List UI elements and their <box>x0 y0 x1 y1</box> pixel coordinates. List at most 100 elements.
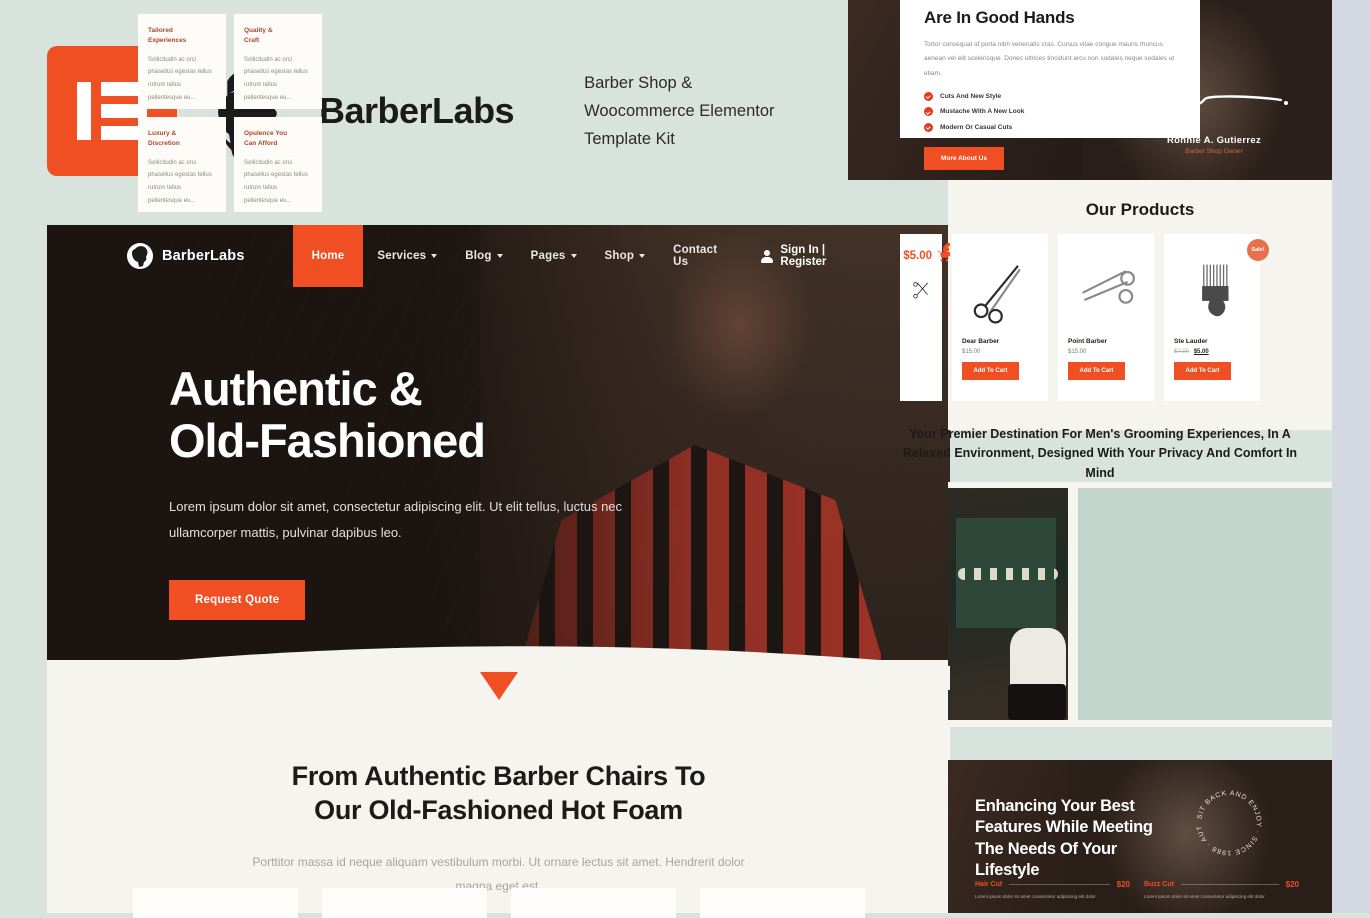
feature-card[interactable]: Luxury & Discretion Sollicitudin ac orci… <box>138 117 226 212</box>
product-card[interactable]: Dear Barber $15.00 Add To Cart <box>952 234 1048 401</box>
product-name: Ste Lauder <box>1174 338 1208 345</box>
scroll-down-arrow[interactable] <box>480 672 518 700</box>
tagline-line-2: Woocommerce Elementor <box>584 101 775 120</box>
cart-icon: 1 <box>936 243 950 263</box>
feature-card-title: Quality & Craft <box>244 26 312 47</box>
lower-card[interactable] <box>321 888 487 918</box>
bottom-section: Enhancing Your Best Features While Meeti… <box>948 760 1332 913</box>
lower-card[interactable] <box>699 888 865 918</box>
feature-card-title: Tailored Experiences <box>148 26 216 47</box>
list-item: Mustache With A New Look <box>924 107 1176 117</box>
check-circle-icon <box>924 107 933 117</box>
hero-title-line-2: Old-Fashioned <box>169 413 486 467</box>
hero-title-line-1: Authentic & <box>169 362 423 415</box>
check-circle-icon <box>924 91 933 101</box>
product-name: Dear Barber <box>962 338 1000 345</box>
chevron-down-icon <box>639 254 646 258</box>
divider <box>1180 884 1279 885</box>
price-row-desc: Lorem ipsum dolor sit amet consectetur a… <box>1144 894 1265 899</box>
nav-item-blog[interactable]: Blog <box>451 225 516 287</box>
about-card: Are In Good Hands Tortor consequat id po… <box>900 0 1200 171</box>
more-about-us-button[interactable]: More About Us <box>924 147 1004 171</box>
nav-item-home[interactable]: Home <box>292 225 364 287</box>
feature-card-title: Opulence You Can Afford <box>244 129 312 150</box>
product-price: $7.00 $5.00 <box>1174 349 1250 355</box>
product-card[interactable]: Point Barber $15.00 Add To Cart <box>1058 234 1154 401</box>
navbar-logo[interactable]: BarberLabs <box>127 243 245 269</box>
chevron-down-icon <box>431 254 438 258</box>
divider <box>1009 884 1110 885</box>
list-item-label: Cuts And New Style <box>940 92 1002 100</box>
list-item: Cuts And New Style <box>924 91 1176 101</box>
feature-title-line-2: Experiences <box>148 37 187 45</box>
hero-title: Authentic & Old-Fashioned <box>169 363 629 466</box>
features-panel-background <box>1078 488 1332 720</box>
request-quote-button[interactable]: Request Quote <box>169 580 306 621</box>
products-title: Our Products <box>1085 200 1195 219</box>
chevron-down-icon <box>496 254 503 258</box>
price-row-name: Hair Cut <box>975 881 1003 888</box>
nav-item-contact-us[interactable]: Contact Us <box>659 225 731 287</box>
feature-card[interactable]: Opulence You Can Afford Sollicitudin ac … <box>234 117 322 212</box>
badge-text: SIT BACK AND ENJOY · SINCE 1988 · AUTHEN… <box>1188 782 1261 856</box>
about-heading: Are In Good Hands <box>924 8 1075 27</box>
navbar-account-area: Sign In | Register $5.00 1 <box>761 243 950 268</box>
products-section: Our Products Dear Barber $15.00 Add To C… <box>900 180 1332 430</box>
feature-card-body: Sollicitudin ac orci phasellus egestas t… <box>244 56 308 101</box>
navbar-logo-icon <box>127 243 153 269</box>
feature-card[interactable]: Quality & Craft Sollicitudin ac orci pha… <box>234 14 322 109</box>
add-to-cart-button[interactable]: Add To Cart <box>962 362 1019 380</box>
lower-card[interactable] <box>132 888 298 918</box>
feature-card-body: Sollicitudin ac orci phasellus egestas t… <box>244 159 308 204</box>
feature-title-line-1: Opulence You <box>244 130 288 137</box>
cart-total: $5.00 <box>903 250 932 262</box>
nav-label-contact-us: Contact Us <box>673 244 718 268</box>
features-grid: Tailored Experiences Sollicitudin ac orc… <box>138 14 322 212</box>
products-row: Dear Barber $15.00 Add To Cart Point Bar… <box>900 234 1269 401</box>
product-price: $15.00 <box>1068 349 1087 355</box>
feature-title-line-1: Quality & <box>244 27 273 34</box>
product-name: Point Barber <box>1068 338 1108 345</box>
nav-item-pages[interactable]: Pages <box>517 225 591 287</box>
nav-label-pages: Pages <box>530 250 566 262</box>
svg-text:SIT BACK AND ENJOY · SINCE 198: SIT BACK AND ENJOY · SINCE 1988 · AUTHEN… <box>1188 782 1262 856</box>
cart-badge-count: 1 <box>943 243 950 256</box>
nav-item-shop[interactable]: Shop <box>591 225 660 287</box>
about-panel: Ronnie A. Gutierrez Barber Shop Owner Ar… <box>848 0 1332 180</box>
status-badge: Sale! <box>1247 239 1269 261</box>
price-row-name: Buzz Cut <box>1144 881 1174 888</box>
nav-label-home: Home <box>311 250 345 262</box>
premier-headline: Your Premier Destination For Men's Groom… <box>902 427 1298 480</box>
navbar-logo-text: BarberLabs <box>162 248 245 264</box>
feature-card[interactable]: Tailored Experiences Sollicitudin ac orc… <box>138 14 226 109</box>
tagline-line-3: Template Kit <box>584 130 675 149</box>
check-circle-icon <box>924 122 933 132</box>
lower-heading: From Authentic Barber Chairs To Our Old-… <box>47 760 950 828</box>
chevron-down-icon <box>570 254 577 258</box>
sign-in-register-link[interactable]: Sign In | Register <box>780 244 867 268</box>
price-row-amount: $20 <box>1285 880 1299 889</box>
lower-card[interactable] <box>510 888 676 918</box>
feature-title-line-2: Craft <box>244 37 260 45</box>
add-to-cart-button[interactable]: Add To Cart <box>1174 362 1231 380</box>
brand-name: BarberLabs <box>319 90 515 131</box>
right-edge-strip <box>1332 0 1370 913</box>
tagline-line-1: Barber Shop & <box>584 73 693 92</box>
cart-widget[interactable]: $5.00 1 <box>903 243 950 263</box>
user-icon <box>761 249 774 263</box>
add-to-cart-button[interactable]: Add To Cart <box>1068 362 1125 380</box>
brand-tagline: Barber Shop & Woocommerce Elementor Temp… <box>584 69 774 153</box>
list-item-label: Modern Or Casual Cuts <box>940 123 1013 131</box>
feature-card-body: Sollicitudin ac orci phasellus egestas t… <box>148 56 212 101</box>
site-navbar: BarberLabs Home Services Blog Pages Shop <box>47 225 950 287</box>
product-card[interactable]: Sale! Ste Lauder $7.00 $5.00 Add To Cart <box>1164 234 1269 401</box>
price-row-amount: $20 <box>1116 880 1130 889</box>
feature-title-line-2: Can Afford <box>244 140 278 148</box>
about-paragraph: Tortor consequat id porta nibh venenatis… <box>924 41 1175 77</box>
afro-pick-icon <box>1174 243 1250 338</box>
nav-item-services[interactable]: Services <box>363 225 451 287</box>
price-row: Hair Cut $20 Lorem ipsum dolor sit amet … <box>975 880 1130 899</box>
features-section <box>948 482 1332 727</box>
product-old-price: $7.00 <box>1174 349 1190 355</box>
about-feature-list: Cuts And New Style Mustache With A New L… <box>924 91 1176 132</box>
